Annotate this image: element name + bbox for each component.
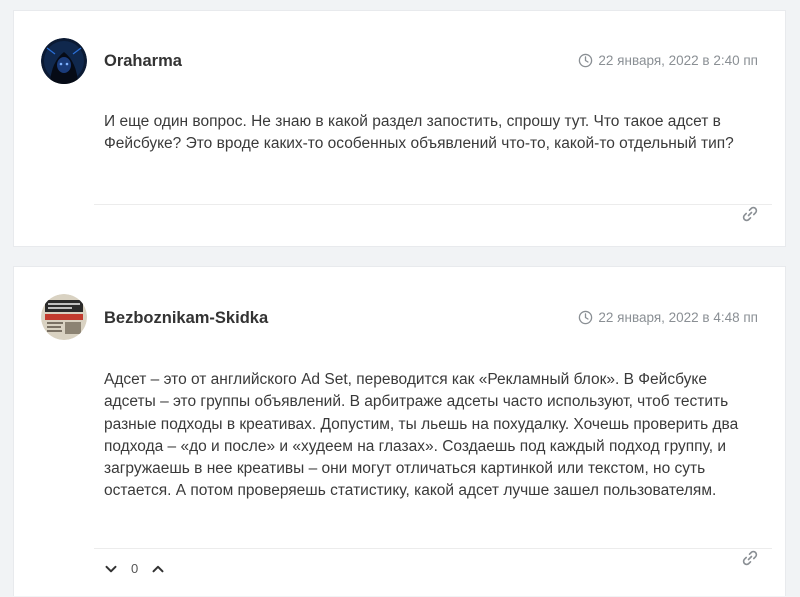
share-link-button[interactable] xyxy=(741,205,759,223)
clock-icon xyxy=(579,53,593,68)
comment-date-text: 22 января, 2022 в 2:40 пп xyxy=(598,53,758,68)
comment-date[interactable]: 22 января, 2022 в 4:48 пп xyxy=(578,310,758,325)
comment-card: Bezboznikam-Skidka 22 января, 2022 в 4:4… xyxy=(13,266,786,596)
comment-date-text: 22 января, 2022 в 4:48 пп xyxy=(598,310,758,325)
avatar[interactable] xyxy=(41,38,87,84)
link-icon xyxy=(742,550,758,566)
clock-icon xyxy=(579,310,593,325)
comment-text: И еще один вопрос. Не знаю в какой разде… xyxy=(104,113,734,153)
vote-controls: 0 xyxy=(104,561,165,576)
chevron-down-icon xyxy=(105,565,117,572)
downvote-button[interactable] xyxy=(104,562,118,576)
comment-divider xyxy=(94,204,772,205)
comment-author[interactable]: Bezboznikam-Skidka xyxy=(104,309,268,328)
vote-count: 0 xyxy=(131,561,139,576)
comment-date[interactable]: 22 января, 2022 в 2:40 пп xyxy=(578,53,758,68)
avatar[interactable] xyxy=(41,294,87,340)
link-icon xyxy=(742,206,758,222)
comment-author[interactable]: Oraharma xyxy=(104,52,182,71)
chevron-up-icon xyxy=(152,565,164,572)
hooded-figure-avatar xyxy=(41,38,87,84)
comment-text: Адсет – это от английского Ad Set, перев… xyxy=(104,371,739,500)
newspaper-avatar xyxy=(41,294,87,340)
share-link-button[interactable] xyxy=(741,549,759,567)
comment-card: Oraharma 22 января, 2022 в 2:40 пп И еще… xyxy=(13,10,786,247)
comment-divider xyxy=(94,548,772,549)
upvote-button[interactable] xyxy=(151,562,165,576)
